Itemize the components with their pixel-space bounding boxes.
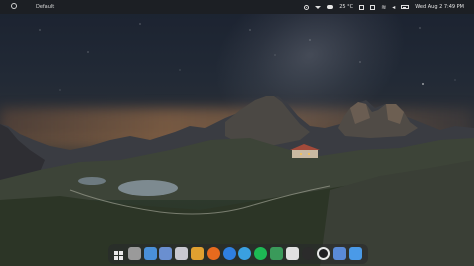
battery-icon[interactable] (401, 5, 410, 9)
workspace-indicator-icon[interactable] (11, 3, 17, 9)
ghost-icon[interactable] (285, 247, 299, 260)
weather-cloud-icon[interactable] (327, 5, 334, 9)
chevron-down-icon[interactable] (315, 5, 322, 9)
network-icon[interactable] (359, 4, 365, 10)
spotify-icon[interactable] (254, 247, 268, 260)
screen-record-icon[interactable] (304, 4, 310, 10)
disc-icon[interactable] (301, 247, 315, 260)
volume-icon[interactable]: ◂ (392, 4, 395, 11)
mail-icon[interactable] (159, 247, 173, 260)
weather-temperature[interactable]: 25 °C (339, 4, 353, 10)
folder-icon[interactable] (143, 247, 157, 260)
grid-icon[interactable] (112, 247, 125, 260)
firefox-icon[interactable] (206, 247, 220, 260)
desktop-wallpaper (0, 0, 474, 266)
wifi-icon[interactable]: ≋ (381, 4, 386, 11)
top-panel: Default 25 °C ≋ ◂ Wed Aug 2 7:49 PM (0, 0, 474, 14)
store-icon[interactable] (349, 247, 362, 260)
telegram-icon[interactable] (238, 247, 252, 260)
clock-datetime[interactable]: Wed Aug 2 7:49 PM (415, 4, 464, 10)
layers-icon[interactable] (191, 247, 204, 260)
mountain-landscape (0, 23, 474, 266)
system-tray: 25 °C ≋ ◂ Wed Aug 2 7:49 PM (304, 3, 464, 11)
gear-icon[interactable] (127, 247, 141, 260)
chat-icon[interactable] (222, 247, 236, 260)
dock (108, 244, 368, 264)
image-icon[interactable] (333, 247, 347, 260)
chart-icon[interactable] (270, 247, 283, 260)
document-icon[interactable] (175, 247, 189, 260)
clipboard-icon[interactable] (370, 4, 376, 10)
workspace-label[interactable]: Default (36, 4, 54, 10)
record-icon[interactable] (317, 247, 331, 260)
